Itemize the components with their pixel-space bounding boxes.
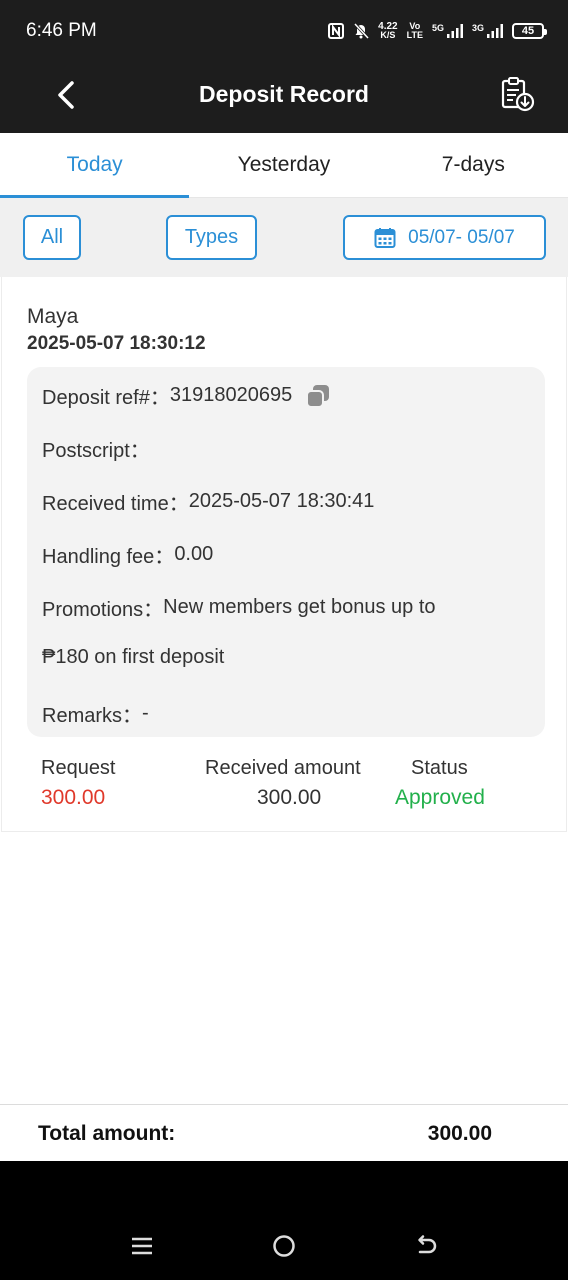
record-datetime: 2025-05-07 18:30:12 (27, 333, 206, 354)
signal-bars-icon (487, 24, 503, 38)
deposit-record-card[interactable]: Maya 2025-05-07 18:30:12 Deposit ref#： 3… (1, 277, 567, 832)
promotions-label: Promotions： (42, 599, 164, 621)
deposit-ref-row: Deposit ref#： 31918020695 (42, 381, 332, 410)
received-time-value: 2025-05-07 18:30:41 (188, 490, 375, 512)
volte-icon: Vo LTE (407, 22, 423, 40)
postscript-label: Postscript： (42, 440, 150, 462)
date-range-label: 05/07- 05/07 (408, 226, 515, 248)
status-label: Status (411, 757, 468, 779)
page-title: Deposit Record (199, 81, 369, 107)
signal-5g: 5G (432, 24, 463, 38)
payment-method: Maya (27, 305, 79, 328)
battery-icon: 45 (512, 23, 547, 39)
remarks-label: Remarks： (42, 705, 143, 727)
app-header: Deposit Record (0, 57, 568, 133)
promotions-row: Promotions： New members get bonus up to (42, 593, 436, 622)
nfc-icon (328, 23, 345, 39)
amount-summary: Request 300.00 Received amount 300.00 St… (2, 755, 568, 815)
home-button[interactable] (262, 1224, 306, 1268)
volte-bottom: LTE (406, 30, 423, 40)
status-bar: 6:46 PM 4.22 K/S Vo LTE 5G 3G 45 (0, 0, 568, 57)
filter-all-button[interactable]: All (23, 215, 81, 260)
handling-fee-value: 0.00 (174, 543, 214, 565)
received-amount-label: Received amount (205, 757, 361, 779)
promotions-value-line2: ₱180 on first deposit (42, 646, 225, 668)
clipboard-download-icon (501, 77, 535, 112)
tab-7-days[interactable]: 7-days (379, 133, 568, 197)
signal-bars-icon (446, 24, 463, 38)
request-label: Request (41, 757, 116, 779)
remarks-row: Remarks： - (42, 699, 149, 728)
filter-bar: All Types 05/07- 05/07 (0, 198, 568, 277)
copy-ref-button[interactable] (304, 382, 332, 410)
status-time: 6:46 PM (26, 20, 97, 41)
deposit-ref-value: 31918020695 (169, 384, 293, 406)
promotions-continued-row: ₱180 on first deposit (42, 646, 224, 669)
handling-fee-label: Handling fee： (42, 546, 175, 568)
tab-yesterday[interactable]: Yesterday (189, 133, 378, 197)
back-arrow-icon (418, 1235, 437, 1254)
postscript-row: Postscript： (42, 434, 150, 463)
received-amount-value: 300.00 (257, 786, 322, 809)
total-amount-label: Total amount: (38, 1122, 176, 1145)
remarks-value: - (142, 702, 149, 724)
net-speed-unit: K/S (380, 30, 396, 40)
handling-fee-row: Handling fee： 0.00 (42, 540, 213, 569)
copy-icon (306, 384, 330, 408)
menu-icon (132, 1237, 152, 1255)
received-time-row: Received time： 2025-05-07 18:30:41 (42, 487, 374, 516)
deposit-ref-label: Deposit ref#： (42, 387, 170, 409)
filter-types-button[interactable]: Types (166, 215, 257, 260)
signal-3g-label: 3G (471, 23, 484, 33)
date-range-button[interactable]: 05/07- 05/07 (343, 215, 546, 260)
back-nav-button[interactable] (404, 1224, 448, 1268)
total-amount-value: 300.00 (427, 1122, 492, 1145)
status-icons: 4.22 K/S Vo LTE 5G 3G 45 (328, 18, 547, 44)
request-value: 300.00 (41, 786, 106, 809)
battery-level: 45 (521, 25, 535, 37)
tab-today[interactable]: Today (0, 133, 190, 198)
received-time-label: Received time： (42, 493, 189, 515)
net-speed: 4.22 K/S (378, 22, 397, 40)
signal-3g: 3G (472, 24, 503, 38)
promotions-value-line1: New members get bonus up to (163, 596, 436, 618)
home-circle-icon (273, 1235, 295, 1257)
download-record-button[interactable] (496, 73, 538, 115)
calendar-icon (374, 227, 396, 248)
date-tabs: Today Yesterday 7-days (0, 133, 568, 198)
mute-bell-icon (354, 23, 370, 39)
total-bar: Total amount: 300.00 (0, 1104, 568, 1161)
recents-button[interactable] (120, 1224, 164, 1268)
record-details: Deposit ref#： 31918020695 Postscript： Re… (27, 367, 545, 737)
system-nav-bar (0, 1161, 568, 1280)
signal-5g-label: 5G (431, 23, 444, 33)
status-value: Approved (395, 786, 485, 809)
